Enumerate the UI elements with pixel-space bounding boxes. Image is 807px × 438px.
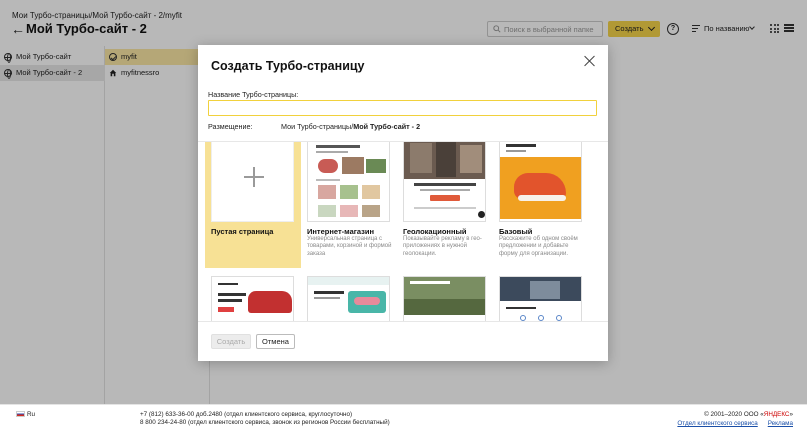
footer-phone-1: +7 (812) 633-36-00 доб.2480 (отдел клиен… (140, 411, 353, 418)
template-thumbnail (403, 142, 486, 222)
cancel-button[interactable]: Отмена (256, 334, 295, 349)
placement-value: Мои Турбо-страницы/Мой Турбо-сайт - 2 (281, 122, 421, 131)
language-switcher[interactable]: Ru (16, 411, 35, 418)
template-description: Универсальная страница с товарами, корзи… (307, 236, 392, 257)
create-page-button[interactable]: Создать (211, 334, 251, 349)
template-description: Показывайте рекламу в гео-приложениях в … (403, 236, 482, 257)
template-name: Пустая страница (211, 227, 274, 236)
footer-links: Отдел клиентского сервиса Реклама (667, 420, 793, 427)
dialog-title: Создать Турбо-страницу (211, 59, 365, 73)
template-thumbnail (211, 142, 294, 222)
page-name-input[interactable] (208, 100, 597, 116)
template-grid: Пустая страница Интернет-магазин Универс… (198, 142, 608, 321)
placement-label: Размещение: (208, 122, 253, 131)
footer-phone-2: 8 800 234-24-80 (отдел клиентского серви… (140, 419, 390, 426)
copyright: © 2001–2020 ООО «ЯНДЕКС» (704, 411, 793, 418)
flag-ru-icon (16, 411, 25, 417)
language-label: Ru (27, 411, 36, 418)
yandex-link[interactable]: ЯНДЕКС (764, 411, 790, 418)
template-card-row2-3[interactable] (397, 276, 493, 321)
template-card-row2-2[interactable] (301, 276, 397, 321)
template-thumbnail (499, 142, 582, 222)
template-thumbnail (307, 142, 390, 222)
template-card-geo[interactable]: Геолокационный Показывайте рекламу в гео… (397, 142, 493, 268)
template-description: Расскажите об одном своём предложении и … (499, 236, 578, 257)
template-card-blank[interactable]: Пустая страница (205, 142, 301, 268)
template-card-row2-4[interactable] (493, 276, 589, 321)
close-icon[interactable] (584, 55, 596, 67)
create-turbo-page-dialog: Создать Турбо-страницу Название Турбо-ст… (198, 45, 608, 361)
name-label: Название Турбо-страницы: (208, 90, 299, 99)
template-name: Базовый (499, 227, 533, 236)
template-thumbnail (499, 276, 582, 321)
dialog-footer: Создать Отмена (198, 321, 608, 361)
support-link[interactable]: Отдел клиентского сервиса (677, 420, 757, 427)
template-name: Геолокационный (403, 227, 467, 236)
template-thumbnail (403, 276, 486, 321)
page-footer: Ru +7 (812) 633-36-00 доб.2480 (отдел кл… (0, 404, 807, 438)
template-card-basic[interactable]: Базовый Расскажите об одном своём предло… (493, 142, 589, 268)
template-thumbnail (211, 276, 294, 321)
template-card-shop[interactable]: Интернет-магазин Универсальная страница … (301, 142, 397, 268)
template-name: Интернет-магазин (307, 227, 374, 236)
plus-icon (244, 167, 264, 187)
template-card-row2-1[interactable] (205, 276, 301, 321)
ads-link[interactable]: Реклама (768, 420, 793, 427)
template-thumbnail (307, 276, 390, 321)
